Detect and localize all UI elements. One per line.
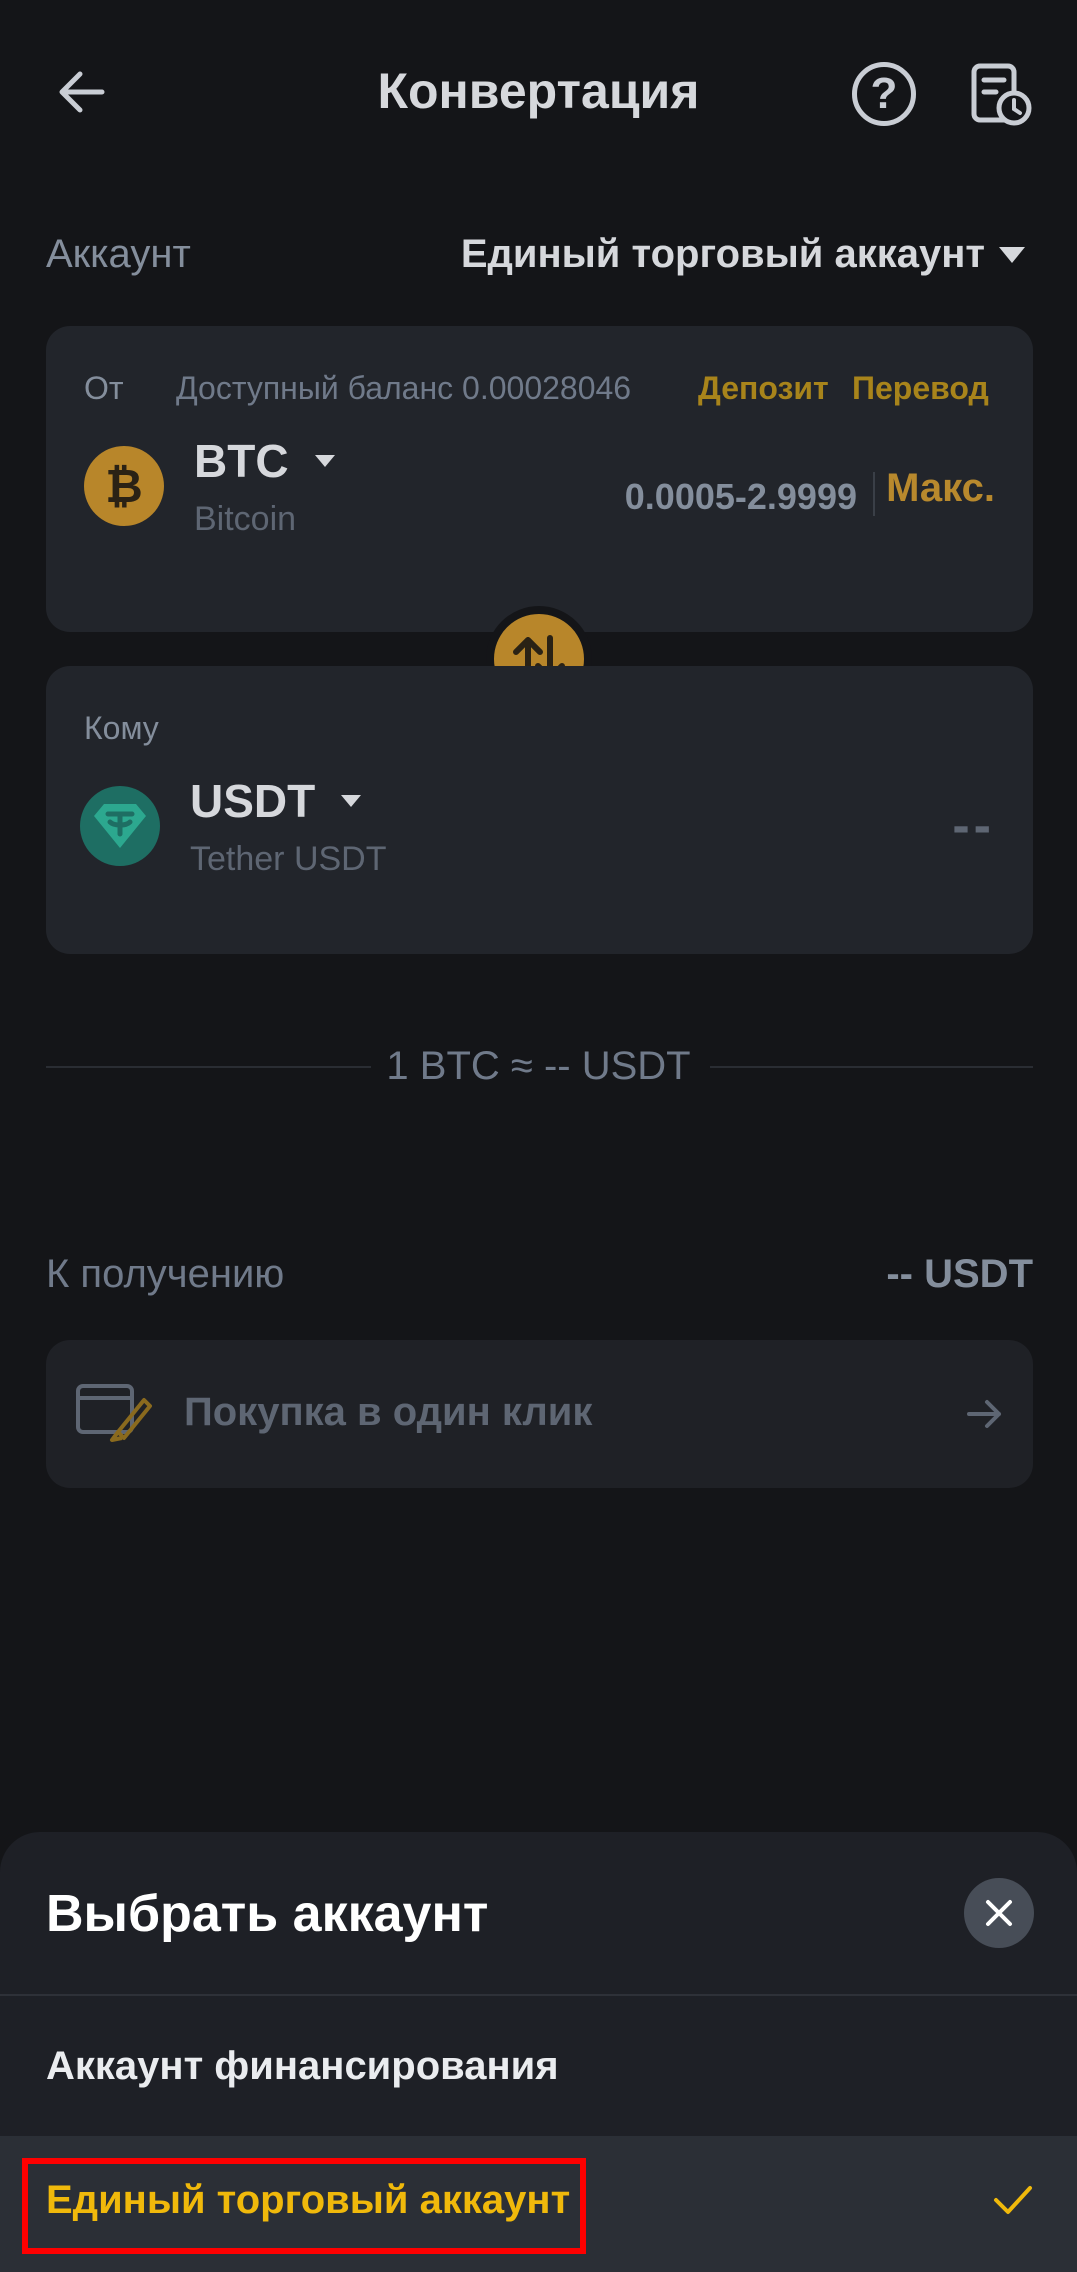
help-icon[interactable]: ? [852, 62, 916, 126]
to-card: Кому USDT Tether USDT -- [46, 666, 1033, 954]
account-option-unified[interactable]: Единый торговый аккаунт [0, 2136, 1077, 2272]
arrow-right-icon [967, 1400, 1001, 1428]
close-button[interactable] [964, 1878, 1034, 1948]
divider [873, 472, 875, 516]
dropdown-triangle-icon [999, 246, 1025, 263]
tether-icon [80, 786, 160, 866]
to-label: Кому [84, 710, 159, 746]
max-button[interactable]: Макс. [886, 466, 995, 511]
account-selector[interactable]: Единый торговый аккаунт [461, 232, 1025, 277]
one-click-buy-label: Покупка в один клик [184, 1390, 593, 1434]
transfer-link[interactable]: Перевод [852, 370, 989, 407]
rocket-card-icon [76, 1384, 152, 1442]
to-coin-name: Tether USDT [190, 840, 387, 878]
amount-input[interactable]: 0.0005-2.9999 [625, 476, 857, 518]
divider [710, 1066, 1033, 1068]
from-card: От Доступный баланс 0.00028046 Депозит П… [46, 326, 1033, 632]
account-value: Единый торговый аккаунт [460, 232, 985, 276]
checkmark-icon [994, 2186, 1032, 2214]
from-coin-name: Bitcoin [194, 500, 297, 538]
to-coin-selector[interactable]: USDT [190, 774, 362, 828]
top-bar: Конвертация ? [0, 0, 1077, 190]
available-balance: Доступный баланс 0.00028046 [176, 370, 632, 406]
receive-label: К получению [46, 1252, 285, 1296]
close-icon [986, 1900, 1012, 1926]
highlight-box [22, 2158, 586, 2254]
dropdown-triangle-icon [341, 795, 362, 807]
dropdown-triangle-icon [314, 455, 335, 467]
to-coin-code: USDT [190, 775, 316, 827]
receive-value: -- USDT [886, 1252, 1033, 1296]
account-label: Аккаунт [46, 232, 191, 276]
from-label: От [84, 370, 124, 406]
to-amount: -- [952, 797, 995, 855]
from-coin-code: BTC [194, 435, 289, 487]
divider [0, 1994, 1077, 1996]
select-account-sheet: Выбрать аккаунт Аккаунт финансирования Е… [0, 1832, 1077, 2272]
order-history-icon[interactable] [968, 62, 1034, 128]
deposit-link[interactable]: Депозит [698, 370, 829, 407]
from-coin-selector[interactable]: BTC [194, 434, 335, 488]
bitcoin-icon: ₿ [84, 446, 164, 526]
account-option-funding[interactable]: Аккаунт финансирования [46, 2044, 559, 2089]
sheet-title: Выбрать аккаунт [46, 1885, 489, 1943]
one-click-buy-button[interactable]: Покупка в один клик [46, 1340, 1033, 1488]
